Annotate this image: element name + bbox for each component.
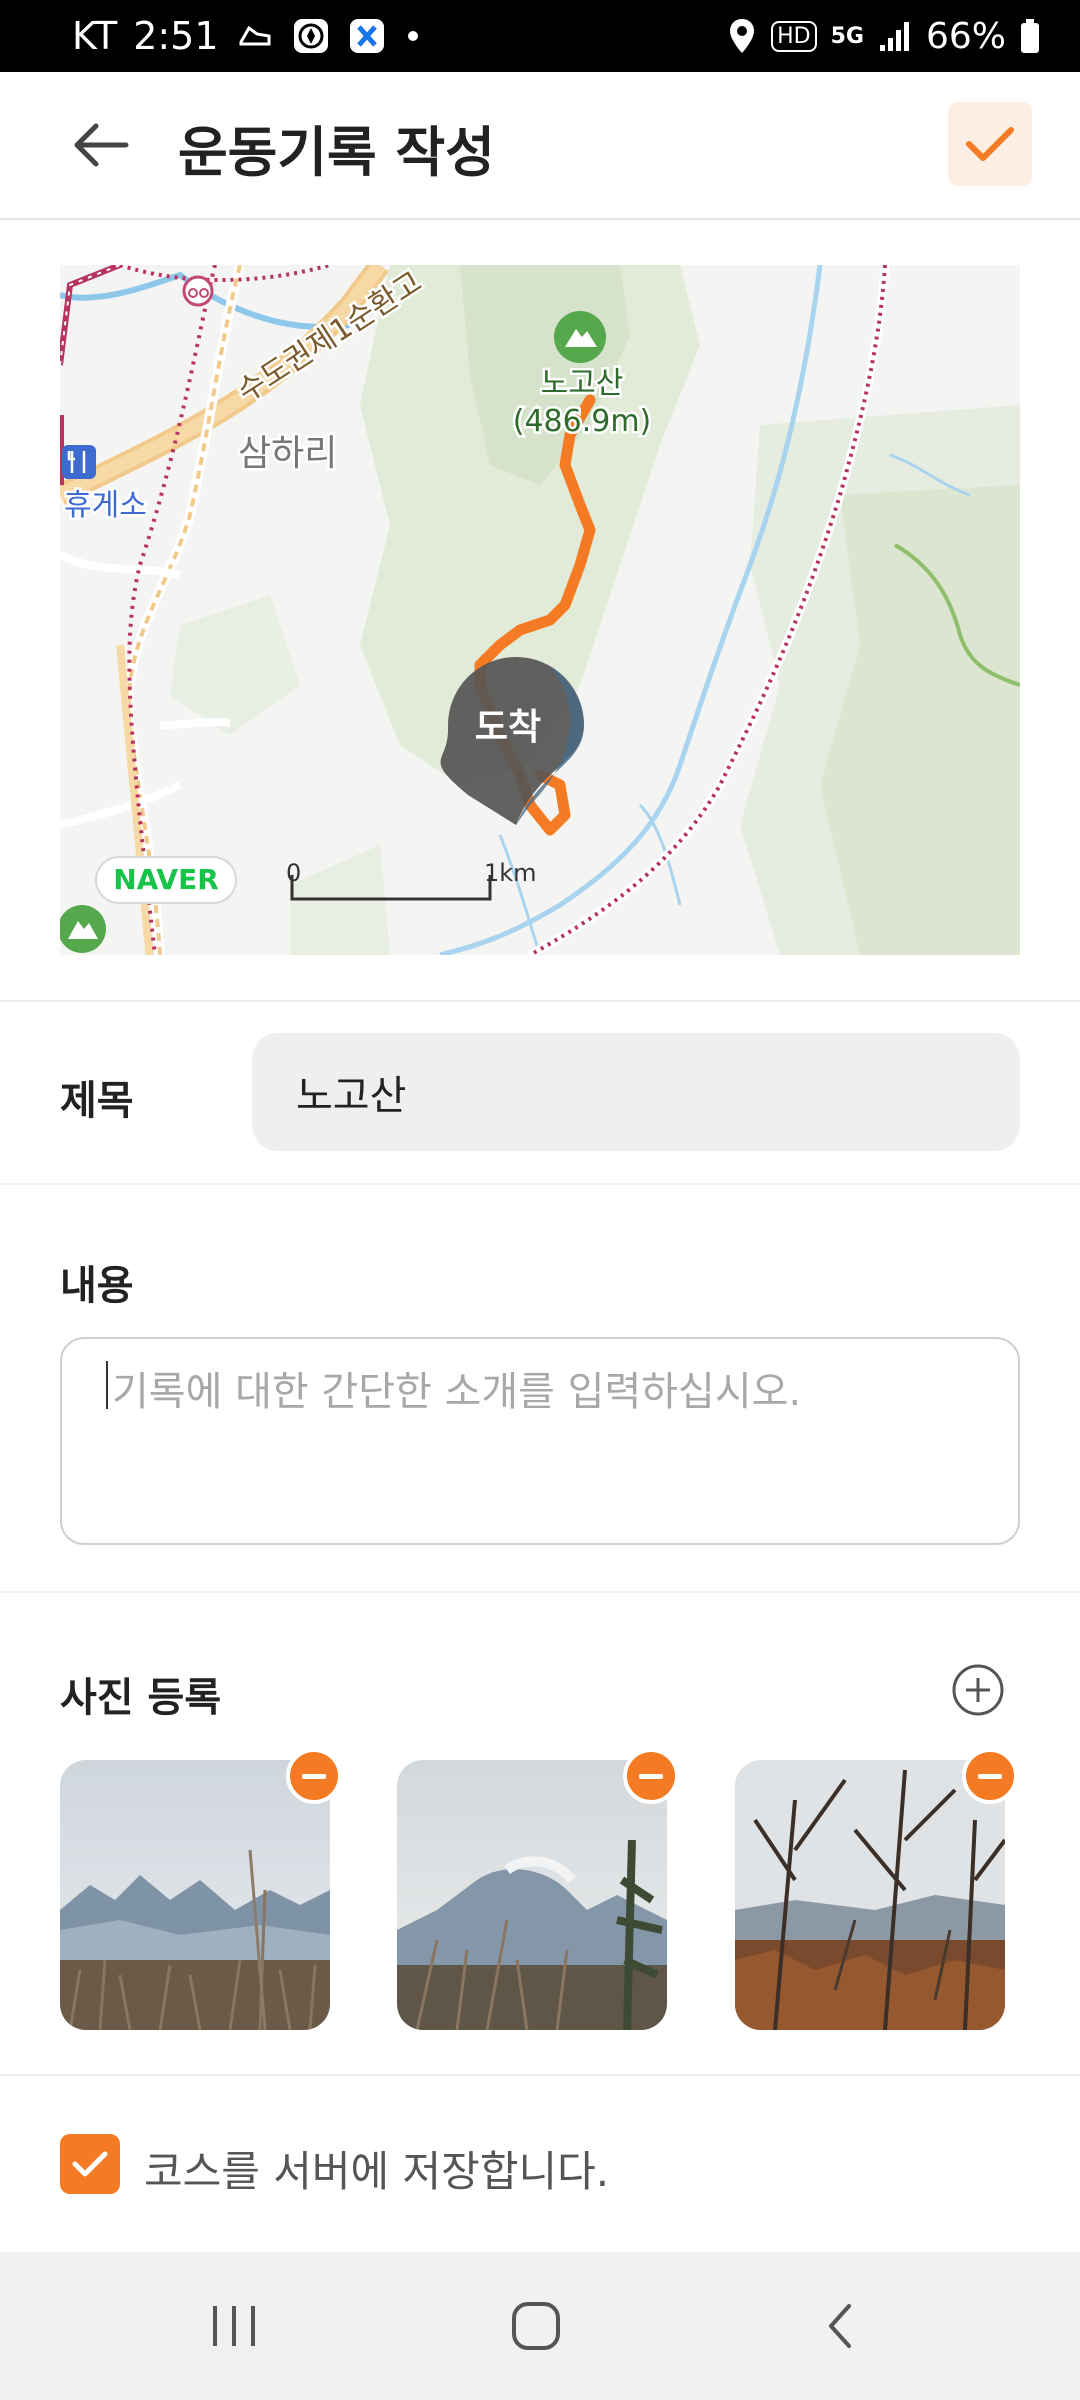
title-input[interactable]: 노고산 [252,1033,1020,1151]
clock: 2:51 [133,14,219,58]
back-button[interactable] [60,112,140,178]
text-caret [106,1361,108,1409]
village-label: 삼하리 [238,433,337,474]
minus-icon [639,1773,663,1779]
page-title: 운동기록 작성 [178,121,495,184]
carrier-label: KT [72,14,118,58]
content-placeholder: 기록에 대한 간단한 소개를 입력하십시오. [112,1369,802,1415]
status-bar: KT 2:51 HD 5G 66% [0,0,1080,72]
location-icon [727,17,757,55]
svg-text:1km: 1km [484,859,537,887]
bicycle-icon [182,275,214,307]
content-label: 내용 [60,1263,134,1309]
title-label: 제목 [60,1078,134,1124]
divider [0,1000,1080,1002]
mountain-icon [554,311,606,363]
marker-label: 도착 [475,707,541,748]
compass-icon [291,16,331,56]
mountain-height-label: (486.9m) [513,404,652,439]
rest-area-label: 휴게소 [64,488,147,523]
remove-photo-button-3[interactable] [962,1748,1018,1804]
home-button[interactable] [466,2252,606,2400]
map-canvas: 도착 노고산 (486.9m) 삼하리 수도권제1순환고 휴게소 NAVER 0… [60,265,1020,955]
recent-apps-button[interactable] [164,2252,304,2400]
remove-photo-button-2[interactable] [623,1748,679,1804]
app-bar: 운동기록 작성 [0,72,1080,220]
x-app-icon [347,16,387,56]
system-nav-bar [0,2252,1080,2400]
chevron-left-icon [829,2304,851,2348]
divider [0,1183,1080,1185]
save-course-checkbox[interactable] [60,2134,120,2194]
confirm-button[interactable] [948,102,1032,186]
add-photo-button[interactable] [951,1663,1005,1717]
naver-logo: NAVER [95,856,237,904]
mountain-name-label: 노고산 [541,366,624,401]
plus-circle-icon [952,1664,1004,1716]
divider [0,1591,1080,1593]
photo-thumbnail-2[interactable] [397,1760,667,2030]
rest-area-icon [62,445,96,479]
checkmark-icon [72,2151,108,2177]
title-value: 노고산 [296,1073,407,1119]
photo-thumbnail-1[interactable] [60,1760,330,2030]
mountain-icon-small [60,905,106,953]
minus-icon [302,1773,326,1779]
battery-icon [1020,18,1040,54]
network-5g-icon: 5G [830,23,864,49]
svg-text:NAVER: NAVER [113,863,219,896]
divider [0,2074,1080,2076]
minus-icon [978,1773,1002,1779]
route-map[interactable]: 도착 노고산 (486.9m) 삼하리 수도권제1순환고 휴게소 NAVER 0… [60,265,1020,955]
shoe-icon [235,16,275,56]
checkmark-icon [966,127,1014,161]
svg-text:0: 0 [286,859,301,887]
recent-apps-icon [213,2306,255,2346]
arrow-left-icon [74,123,129,167]
home-icon [512,2302,560,2350]
save-course-label[interactable]: 코스를 서버에 저장합니다. [144,2138,609,2199]
hd-icon: HD [771,20,817,52]
photos-label: 사진 등록 [60,1675,222,1721]
notification-dot-icon [403,26,423,46]
signal-icon [878,19,912,53]
remove-photo-button-1[interactable] [286,1748,342,1804]
battery-percent: 66% [925,15,1006,57]
photo-thumbnail-3[interactable] [735,1760,1005,2030]
system-back-button[interactable] [770,2252,910,2400]
content-textarea[interactable]: 기록에 대한 간단한 소개를 입력하십시오. [60,1337,1020,1545]
